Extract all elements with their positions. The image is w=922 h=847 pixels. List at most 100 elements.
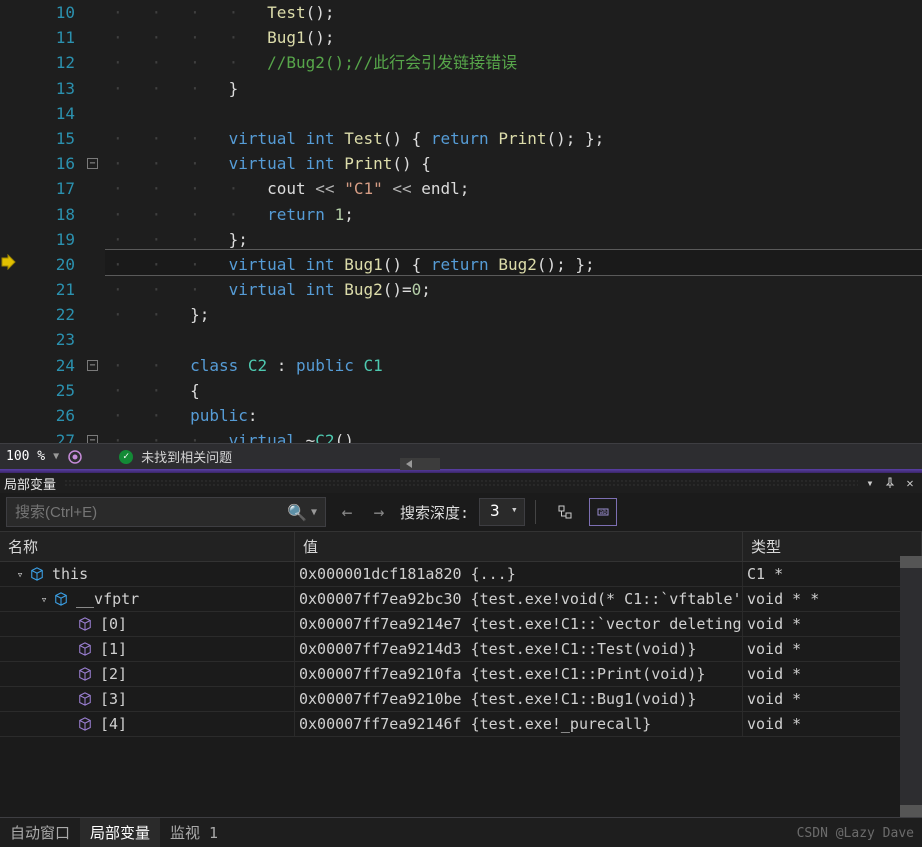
panel-titlebar[interactable]: 局部变量 ▾ ✕ [0, 473, 922, 493]
table-row[interactable]: ▿this0x000001dcf181a820 {...}C1 * [0, 562, 922, 587]
var-value[interactable]: 0x00007ff7ea9214d3 {test.exe!C1::Test(vo… [295, 637, 743, 661]
code-line[interactable] [113, 101, 922, 126]
line-number: 15 [0, 126, 75, 151]
variable-cube-icon [78, 692, 92, 706]
line-number: 21 [0, 277, 75, 302]
var-type: void * * [743, 587, 922, 611]
search-input[interactable] [15, 504, 287, 521]
code-line[interactable]: · · public: [113, 403, 922, 428]
search-icon[interactable]: 🔍 [287, 503, 307, 522]
locals-panel: 局部变量 ▾ ✕ 🔍 ▼ ← → 搜索深度: 3 ab 名称 值 类型 ▿thi… [0, 473, 922, 847]
col-header-value[interactable]: 值 [295, 532, 743, 561]
search-dropdown-icon[interactable]: ▼ [311, 507, 317, 518]
code-line[interactable]: · · · virtual int Bug2()=0; [113, 277, 922, 302]
variable-cube-icon [78, 717, 92, 731]
table-row[interactable]: [3] 0x00007ff7ea9210be {test.exe!C1::Bug1… [0, 687, 922, 712]
var-value[interactable]: 0x00007ff7ea92146f {test.exe!_purecall} [295, 712, 743, 736]
panel-grip[interactable] [64, 479, 858, 487]
variable-cube-icon [78, 642, 92, 656]
check-ok-icon: ✓ [119, 450, 133, 464]
tab-locals[interactable]: 局部变量 [80, 818, 160, 847]
var-type: void * [743, 612, 922, 636]
zoom-level[interactable]: 100 % [6, 449, 45, 464]
bottom-tab-bar: 自动窗口 局部变量 监视 1 [0, 817, 922, 847]
code-line[interactable]: · · · · //Bug2();//此行会引发链接错误 [113, 50, 922, 75]
highlight-values-icon[interactable]: ab [589, 498, 617, 526]
svg-text:ab: ab [599, 509, 607, 516]
code-line[interactable]: · · · } [113, 76, 922, 101]
table-row[interactable]: [1]0x00007ff7ea9214d3 {test.exe!C1::Test… [0, 637, 922, 662]
window-options-icon[interactable]: ▾ [862, 475, 878, 491]
table-row[interactable]: [2]0x00007ff7ea9210fa {test.exe!C1::Prin… [0, 662, 922, 687]
depth-select[interactable]: 3 [479, 498, 525, 526]
depth-label: 搜索深度: [400, 502, 469, 523]
code-line[interactable]: · · { [113, 378, 922, 403]
code-line[interactable]: · · class C2 : public C1 [113, 353, 922, 378]
table-row[interactable]: [0] 0x00007ff7ea9214e7 {test.exe!C1::`vec… [0, 612, 922, 637]
variable-cube-icon [54, 592, 68, 606]
line-number: 19 [0, 227, 75, 252]
tab-auto[interactable]: 自动窗口 [0, 818, 80, 847]
expand-toggle-icon[interactable]: ▿ [14, 568, 26, 581]
fold-toggle[interactable]: − [87, 360, 98, 371]
var-value[interactable]: 0x00007ff7ea9210be {test.exe!C1::Bug1(vo… [295, 687, 743, 711]
line-number: 22 [0, 302, 75, 327]
code-line[interactable]: · · · · return 1; [113, 202, 922, 227]
code-line[interactable]: · · }; [113, 302, 922, 327]
var-type: C1 * [743, 562, 922, 586]
expand-toggle-icon[interactable]: ▿ [38, 593, 50, 606]
editor-status-bar: 100 % ▼ ✓ 未找到相关问题 [0, 443, 922, 469]
var-value[interactable]: 0x00007ff7ea9214e7 {test.exe!C1::`vector… [295, 612, 743, 636]
fold-toggle[interactable]: − [87, 435, 98, 443]
line-number: 13 [0, 76, 75, 101]
tree-collapse-icon[interactable] [551, 498, 579, 526]
var-value[interactable]: 0x000001dcf181a820 {...} [295, 562, 743, 586]
var-value[interactable]: 0x00007ff7ea92bc30 {test.exe!void(* C1::… [295, 587, 743, 611]
table-row[interactable]: ▿ __vfptr 0x00007ff7ea92bc30 {test.exe!voi… [0, 587, 922, 612]
vertical-scrollbar[interactable] [900, 556, 922, 817]
var-type: void * [743, 712, 922, 736]
code-line[interactable]: · · · · cout << "C1" << endl; [113, 176, 922, 201]
var-type: void * [743, 637, 922, 661]
code-line[interactable]: · · · virtual ~C2() [113, 428, 922, 443]
line-number: 10 [0, 0, 75, 25]
code-line[interactable]: · · · · Test(); [113, 0, 922, 25]
fold-toggle[interactable]: − [87, 158, 98, 169]
code-line[interactable]: · · · virtual int Test() { return Print(… [113, 126, 922, 151]
col-header-name[interactable]: 名称 [0, 532, 295, 561]
line-number: 12 [0, 50, 75, 75]
search-box[interactable]: 🔍 ▼ [6, 497, 326, 527]
line-number: 14 [0, 101, 75, 126]
line-number-gutter: 101112131415161718192021222324252627 [0, 0, 85, 443]
var-name: __vfptr [76, 590, 139, 608]
line-number: 23 [0, 327, 75, 352]
locals-grid-header: 名称 值 类型 [0, 531, 922, 562]
intellicode-icon[interactable] [67, 449, 83, 465]
table-row[interactable]: [4]0x00007ff7ea92146f {test.exe!_purecal… [0, 712, 922, 737]
locals-grid-body[interactable]: ▿this0x000001dcf181a820 {...}C1 *▿__vfpt… [0, 562, 922, 817]
horizontal-scrollbar[interactable] [400, 458, 440, 470]
fold-column[interactable]: − − − [85, 0, 105, 443]
code-editor[interactable]: 101112131415161718192021222324252627 −−−… [0, 0, 922, 443]
var-name: [0] [100, 615, 127, 633]
watermark: CSDN @Lazy Dave [797, 826, 914, 841]
line-number: 17 [0, 176, 75, 201]
line-number: 24 [0, 353, 75, 378]
var-name: [3] [100, 690, 127, 708]
zoom-dropdown-icon[interactable]: ▼ [53, 451, 59, 462]
col-header-type[interactable]: 类型 [743, 532, 922, 561]
code-line[interactable]: · · · · Bug1(); [113, 25, 922, 50]
var-value[interactable]: 0x00007ff7ea9210fa {test.exe!C1::Print(v… [295, 662, 743, 686]
tab-watch[interactable]: 监视 1 [160, 818, 228, 847]
code-column[interactable]: · · · · Test();· · · · Bug1();· · · · //… [105, 0, 922, 443]
line-number: 26 [0, 403, 75, 428]
status-message: 未找到相关问题 [141, 447, 232, 466]
nav-next-icon[interactable]: → [368, 502, 390, 523]
close-icon[interactable]: ✕ [902, 475, 918, 491]
var-type: void * [743, 687, 922, 711]
code-line[interactable]: · · · virtual int Print() { [113, 151, 922, 176]
line-number: 11 [0, 25, 75, 50]
nav-prev-icon[interactable]: ← [336, 502, 358, 523]
code-line[interactable] [113, 327, 922, 352]
pin-icon[interactable] [882, 475, 898, 491]
